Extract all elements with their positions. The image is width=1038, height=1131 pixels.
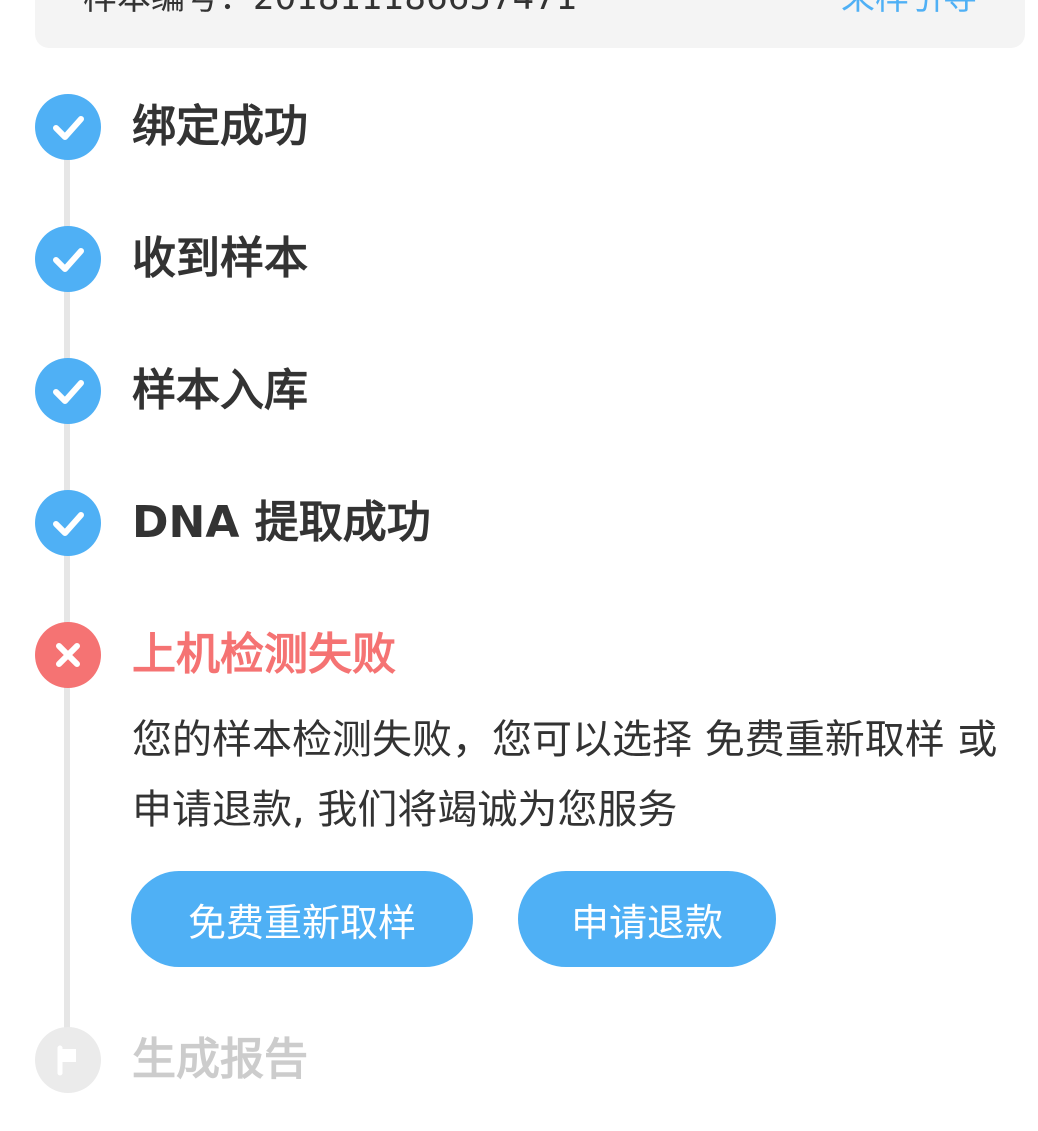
check-icon (35, 94, 101, 160)
check-icon (35, 490, 101, 556)
check-icon (35, 226, 101, 292)
step-title: 样本入库 (132, 365, 308, 416)
step-title: DNA 提取成功 (132, 497, 431, 548)
step-title: 收到样本 (132, 233, 308, 284)
sampling-guide-link[interactable]: 采样引导 (841, 0, 977, 19)
refund-button[interactable]: 申请退款 (518, 871, 776, 967)
step-title: 生成报告 (132, 1034, 308, 1085)
sample-id-text: 样本编号：201811186657471 (83, 0, 577, 19)
step-title: 绑定成功 (132, 101, 308, 152)
step-title: 上机检测失败 (132, 629, 396, 680)
flag-icon (35, 1027, 101, 1093)
free-resample-button[interactable]: 免费重新取样 (131, 871, 473, 967)
check-icon (35, 358, 101, 424)
sample-info-card: 样本编号：201811186657471 采样引导 (35, 0, 1025, 48)
close-icon (35, 622, 101, 688)
failure-description: 您的样本检测失败，您可以选择 免费重新取样 或申请退款, 我们将竭诚为您服务 (132, 717, 998, 833)
